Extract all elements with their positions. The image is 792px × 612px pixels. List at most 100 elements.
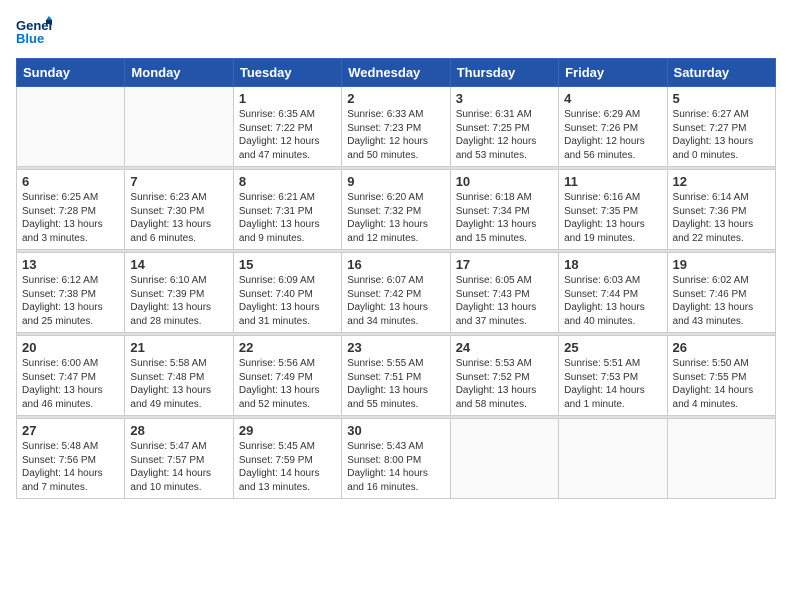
day-info: Sunrise: 6:09 AM Sunset: 7:40 PM Dayligh…	[239, 274, 336, 328]
calendar-table: SundayMondayTuesdayWednesdayThursdayFrid…	[16, 58, 776, 499]
calendar-cell: 21 Sunrise: 5:58 AM Sunset: 7:48 PM Dayli…	[125, 336, 233, 416]
calendar-cell: 5 Sunrise: 6:27 AM Sunset: 7:27 PM Daylig…	[667, 87, 775, 167]
logo: General Blue	[16, 16, 52, 46]
calendar-cell: 4 Sunrise: 6:29 AM Sunset: 7:26 PM Daylig…	[559, 87, 667, 167]
calendar-cell	[17, 87, 125, 167]
day-number: 21	[130, 340, 227, 355]
day-info: Sunrise: 6:05 AM Sunset: 7:43 PM Dayligh…	[456, 274, 553, 328]
day-number: 22	[239, 340, 336, 355]
svg-text:Blue: Blue	[16, 31, 44, 46]
day-info: Sunrise: 5:47 AM Sunset: 7:57 PM Dayligh…	[130, 440, 227, 494]
day-info: Sunrise: 6:10 AM Sunset: 7:39 PM Dayligh…	[130, 274, 227, 328]
weekday-header-thursday: Thursday	[450, 59, 558, 87]
day-number: 23	[347, 340, 444, 355]
calendar-cell: 16 Sunrise: 6:07 AM Sunset: 7:42 PM Dayli…	[342, 253, 450, 333]
weekday-header-monday: Monday	[125, 59, 233, 87]
day-info: Sunrise: 6:35 AM Sunset: 7:22 PM Dayligh…	[239, 108, 336, 162]
calendar-cell: 25 Sunrise: 5:51 AM Sunset: 7:53 PM Dayli…	[559, 336, 667, 416]
day-info: Sunrise: 6:18 AM Sunset: 7:34 PM Dayligh…	[456, 191, 553, 245]
calendar-cell: 27 Sunrise: 5:48 AM Sunset: 7:56 PM Dayli…	[17, 419, 125, 499]
day-number: 25	[564, 340, 661, 355]
weekday-header-friday: Friday	[559, 59, 667, 87]
day-number: 17	[456, 257, 553, 272]
day-info: Sunrise: 6:33 AM Sunset: 7:23 PM Dayligh…	[347, 108, 444, 162]
week-row-1: 1 Sunrise: 6:35 AM Sunset: 7:22 PM Daylig…	[17, 87, 776, 167]
day-info: Sunrise: 5:50 AM Sunset: 7:55 PM Dayligh…	[673, 357, 770, 411]
calendar-cell: 23Sunrise: 5:55 AM Sunset: 7:51 PM Dayli…	[342, 336, 450, 416]
day-number: 27	[22, 423, 119, 438]
day-info: Sunrise: 5:51 AM Sunset: 7:53 PM Dayligh…	[564, 357, 661, 411]
calendar-cell: 1 Sunrise: 6:35 AM Sunset: 7:22 PM Daylig…	[233, 87, 341, 167]
week-row-2: 6 Sunrise: 6:25 AM Sunset: 7:28 PM Daylig…	[17, 170, 776, 250]
day-info: Sunrise: 6:12 AM Sunset: 7:38 PM Dayligh…	[22, 274, 119, 328]
day-number: 6	[22, 174, 119, 189]
day-info: Sunrise: 6:31 AM Sunset: 7:25 PM Dayligh…	[456, 108, 553, 162]
calendar-cell: 19 Sunrise: 6:02 AM Sunset: 7:46 PM Dayli…	[667, 253, 775, 333]
calendar-cell: 30 Sunrise: 5:43 AM Sunset: 8:00 PM Dayli…	[342, 419, 450, 499]
day-info: Sunrise: 6:25 AM Sunset: 7:28 PM Dayligh…	[22, 191, 119, 245]
day-info: Sunrise: 5:48 AM Sunset: 7:56 PM Dayligh…	[22, 440, 119, 494]
day-number: 5	[673, 91, 770, 106]
day-info: Sunrise: 5:53 AM Sunset: 7:52 PM Dayligh…	[456, 357, 553, 411]
day-info: Sunrise: 6:29 AM Sunset: 7:26 PM Dayligh…	[564, 108, 661, 162]
week-row-5: 27 Sunrise: 5:48 AM Sunset: 7:56 PM Dayli…	[17, 419, 776, 499]
calendar-cell: 26 Sunrise: 5:50 AM Sunset: 7:55 PM Dayli…	[667, 336, 775, 416]
calendar-cell: 2 Sunrise: 6:33 AM Sunset: 7:23 PM Daylig…	[342, 87, 450, 167]
day-info: Sunrise: 6:07 AM Sunset: 7:42 PM Dayligh…	[347, 274, 444, 328]
day-number: 19	[673, 257, 770, 272]
calendar-cell	[450, 419, 558, 499]
calendar-cell: 29Sunrise: 5:45 AM Sunset: 7:59 PM Dayli…	[233, 419, 341, 499]
day-info: Sunrise: 6:00 AM Sunset: 7:47 PM Dayligh…	[22, 357, 119, 411]
calendar-cell: 11 Sunrise: 6:16 AM Sunset: 7:35 PM Dayli…	[559, 170, 667, 250]
calendar-cell: 14Sunrise: 6:10 AM Sunset: 7:39 PM Dayli…	[125, 253, 233, 333]
day-number: 15	[239, 257, 336, 272]
calendar-cell: 9Sunrise: 6:20 AM Sunset: 7:32 PM Daylig…	[342, 170, 450, 250]
day-number: 13	[22, 257, 119, 272]
day-number: 4	[564, 91, 661, 106]
calendar-cell: 7 Sunrise: 6:23 AM Sunset: 7:30 PM Daylig…	[125, 170, 233, 250]
page-header: General Blue	[16, 16, 776, 46]
calendar-cell	[559, 419, 667, 499]
week-row-4: 20 Sunrise: 6:00 AM Sunset: 7:47 PM Dayli…	[17, 336, 776, 416]
day-number: 7	[130, 174, 227, 189]
calendar-cell: 8Sunrise: 6:21 AM Sunset: 7:31 PM Daylig…	[233, 170, 341, 250]
day-number: 2	[347, 91, 444, 106]
weekday-header-sunday: Sunday	[17, 59, 125, 87]
day-info: Sunrise: 6:14 AM Sunset: 7:36 PM Dayligh…	[673, 191, 770, 245]
day-number: 1	[239, 91, 336, 106]
day-info: Sunrise: 6:03 AM Sunset: 7:44 PM Dayligh…	[564, 274, 661, 328]
day-number: 8	[239, 174, 336, 189]
day-number: 3	[456, 91, 553, 106]
day-info: Sunrise: 6:02 AM Sunset: 7:46 PM Dayligh…	[673, 274, 770, 328]
calendar-cell: 24 Sunrise: 5:53 AM Sunset: 7:52 PM Dayli…	[450, 336, 558, 416]
day-info: Sunrise: 6:27 AM Sunset: 7:27 PM Dayligh…	[673, 108, 770, 162]
day-number: 20	[22, 340, 119, 355]
day-number: 30	[347, 423, 444, 438]
day-number: 12	[673, 174, 770, 189]
weekday-header-wednesday: Wednesday	[342, 59, 450, 87]
day-info: Sunrise: 6:20 AM Sunset: 7:32 PM Dayligh…	[347, 191, 444, 245]
day-number: 28	[130, 423, 227, 438]
calendar-cell: 17 Sunrise: 6:05 AM Sunset: 7:43 PM Dayli…	[450, 253, 558, 333]
calendar-cell: 10Sunrise: 6:18 AM Sunset: 7:34 PM Dayli…	[450, 170, 558, 250]
day-info: Sunrise: 5:43 AM Sunset: 8:00 PM Dayligh…	[347, 440, 444, 494]
calendar-cell: 28 Sunrise: 5:47 AM Sunset: 7:57 PM Dayli…	[125, 419, 233, 499]
week-row-3: 13 Sunrise: 6:12 AM Sunset: 7:38 PM Dayli…	[17, 253, 776, 333]
calendar-cell: 18Sunrise: 6:03 AM Sunset: 7:44 PM Dayli…	[559, 253, 667, 333]
day-info: Sunrise: 5:45 AM Sunset: 7:59 PM Dayligh…	[239, 440, 336, 494]
day-number: 11	[564, 174, 661, 189]
calendar-cell	[125, 87, 233, 167]
weekday-header-tuesday: Tuesday	[233, 59, 341, 87]
day-number: 26	[673, 340, 770, 355]
day-info: Sunrise: 6:16 AM Sunset: 7:35 PM Dayligh…	[564, 191, 661, 245]
day-info: Sunrise: 6:23 AM Sunset: 7:30 PM Dayligh…	[130, 191, 227, 245]
day-number: 24	[456, 340, 553, 355]
day-number: 16	[347, 257, 444, 272]
calendar-cell: 22Sunrise: 5:56 AM Sunset: 7:49 PM Dayli…	[233, 336, 341, 416]
calendar-cell: 6 Sunrise: 6:25 AM Sunset: 7:28 PM Daylig…	[17, 170, 125, 250]
calendar-cell	[667, 419, 775, 499]
calendar-cell: 15 Sunrise: 6:09 AM Sunset: 7:40 PM Dayli…	[233, 253, 341, 333]
calendar-cell: 20 Sunrise: 6:00 AM Sunset: 7:47 PM Dayli…	[17, 336, 125, 416]
weekday-header-saturday: Saturday	[667, 59, 775, 87]
day-info: Sunrise: 5:58 AM Sunset: 7:48 PM Dayligh…	[130, 357, 227, 411]
